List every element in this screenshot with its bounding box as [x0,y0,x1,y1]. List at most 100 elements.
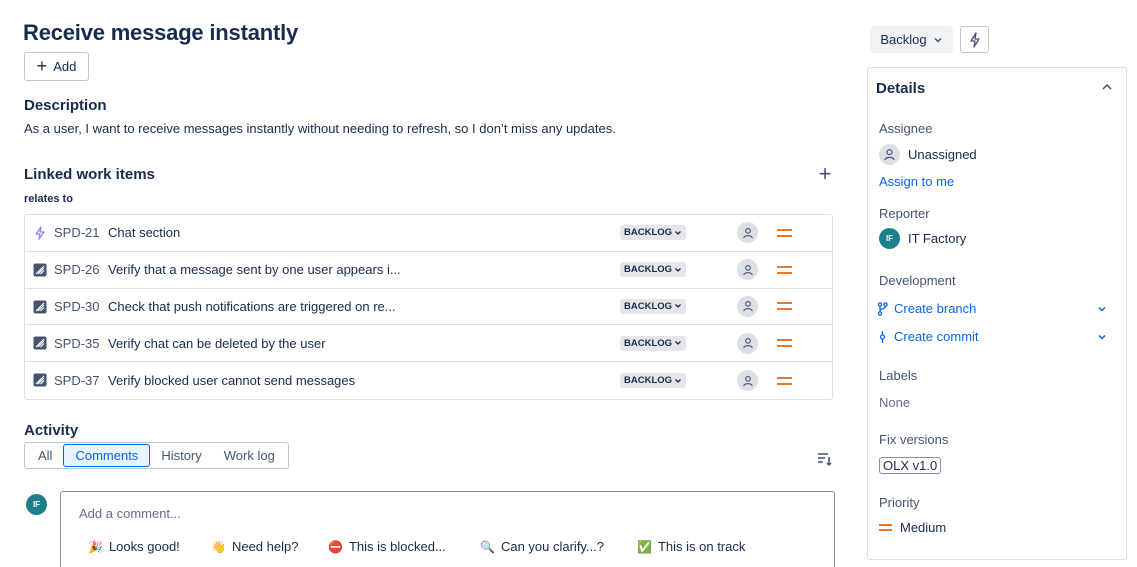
current-user-avatar: IF [26,494,47,515]
emoji-icon: ✅ [637,539,652,554]
assign-to-me-link[interactable]: Assign to me [879,174,954,189]
add-button[interactable]: + Add [24,52,89,81]
unassigned-avatar-icon[interactable] [737,332,758,354]
details-panel: Details Assignee Unassigned Assign to me… [867,67,1127,560]
priority-medium-icon [777,376,792,385]
linked-item-row[interactable]: SPD-37 Verify blocked user cannot send me… [25,362,832,399]
unassigned-avatar-icon[interactable] [737,295,758,317]
priority-field[interactable]: Medium [879,520,946,535]
quick-reply-button[interactable]: ⛔ This is blocked... [328,539,446,554]
reporter-value: IT Factory [908,231,967,246]
unassigned-avatar-icon[interactable] [737,370,758,392]
chevron-up-icon[interactable] [1101,81,1113,93]
linked-item-key[interactable]: SPD-37 [54,373,100,388]
status-lozenge[interactable]: BACKLOG [620,298,687,314]
reporter-field[interactable]: IF IT Factory [879,228,966,249]
create-branch-button[interactable]: Create branch [877,301,1107,316]
unassigned-avatar-icon [879,144,900,165]
unassigned-avatar-icon[interactable] [737,259,758,281]
status-lozenge[interactable]: BACKLOG [620,262,687,278]
linked-item-summary[interactable]: Verify blocked user cannot send messages [108,373,355,388]
labels-label: Labels [879,368,918,383]
plus-icon: + [36,55,48,76]
linked-item-summary[interactable]: Verify that a message sent by one user a… [108,262,401,277]
page-title[interactable]: Receive message instantly [23,20,298,46]
automation-button[interactable] [960,26,989,53]
status-lozenge[interactable]: BACKLOG [620,335,687,351]
priority-label: Priority [879,495,920,510]
create-commit-button[interactable]: Create commit [877,329,1107,344]
linked-items-heading: Linked work items [24,166,155,183]
reporter-label: Reporter [879,206,930,221]
chevron-down-icon [1098,306,1106,312]
quick-reply-button[interactable]: 🔍 Can you clarify...? [480,539,604,554]
status-lozenge[interactable]: BACKLOG [620,225,687,241]
linked-item-summary[interactable]: Verify chat can be deleted by the user [108,336,326,351]
status-lozenge-label: BACKLOG [624,264,673,276]
status-lozenge[interactable]: BACKLOG [620,373,687,389]
emoji-icon: 🎉 [88,539,103,554]
chevron-down-icon [675,378,681,383]
chevron-down-icon [1098,334,1106,340]
linked-item-key[interactable]: SPD-26 [54,262,100,277]
commit-icon [879,330,886,343]
status-label: Backlog [880,32,927,47]
chevron-down-icon [675,230,681,235]
linked-item-key[interactable]: SPD-35 [54,336,100,351]
linked-items-table: SPD-21 Chat section BACKLOG SPD-26 Verify th… [24,214,833,400]
assignee-field[interactable]: Unassigned [879,144,977,165]
sort-icon[interactable] [816,451,832,467]
status-lozenge-label: BACKLOG [624,227,673,239]
create-branch-label: Create branch [894,301,977,316]
quick-reply-label: Can you clarify...? [500,539,605,554]
add-linked-item-icon[interactable]: + [815,163,835,185]
relation-label: relates to [24,193,73,205]
linked-item-key[interactable]: SPD-30 [54,299,100,314]
priority-medium-icon [777,265,792,274]
emoji-icon: ⛔ [328,539,343,554]
unassigned-avatar-icon[interactable] [737,222,758,244]
add-button-label: Add [53,59,77,74]
linked-item-summary[interactable]: Chat section [108,225,180,240]
description-text[interactable]: As a user, I want to receive messages in… [24,121,616,136]
tab-work-log[interactable]: Work log [213,444,286,467]
emoji-icon: 👋 [211,539,226,554]
description-heading: Description [24,97,107,114]
quick-reply-label: Looks good! [108,539,180,554]
status-dropdown[interactable]: Backlog [870,26,953,53]
quick-reply-button[interactable]: 🎉 Looks good! [88,539,180,554]
reporter-avatar: IF [879,228,900,249]
status-lozenge-label: BACKLOG [624,375,673,387]
labels-value[interactable]: None [879,395,910,410]
activity-tabs: All Comments History Work log [24,442,289,469]
details-heading: Details [876,80,926,97]
quick-reply-label: This is blocked... [348,539,446,554]
main-content: Receive message instantly + Add Descript… [0,0,850,567]
linked-item-key[interactable]: SPD-21 [54,225,100,240]
assignee-value: Unassigned [908,147,977,162]
tab-history[interactable]: History [150,444,212,467]
test-icon [33,300,47,314]
fix-version-tag[interactable]: OLX v1.0 [879,457,942,474]
status-lozenge-label: BACKLOG [624,337,673,349]
quick-reply-button[interactable]: 👋 Need help? [211,539,298,554]
status-lozenge-label: BACKLOG [624,300,673,312]
chevron-down-icon [675,341,681,346]
linked-item-row[interactable]: SPD-21 Chat section BACKLOG [25,215,832,252]
test-icon [33,373,47,387]
tab-all[interactable]: All [27,444,63,467]
tab-comments[interactable]: Comments [63,444,151,467]
priority-medium-icon [777,302,792,311]
fix-versions-label: Fix versions [879,432,949,447]
emoji-icon: 🔍 [480,539,495,554]
priority-medium-icon [777,228,792,237]
linked-item-summary[interactable]: Check that push notifications are trigge… [108,299,396,314]
linked-item-row[interactable]: SPD-26 Verify that a message sent by one … [25,252,832,289]
priority-value: Medium [900,520,947,535]
chevron-down-icon [675,304,681,309]
test-icon [33,336,47,350]
linked-item-row[interactable]: SPD-30 Check that push notifications are … [25,289,832,326]
comment-input[interactable]: Add a comment... 🎉 Looks good! 👋 Need help?… [60,491,835,567]
quick-reply-button[interactable]: ✅ This is on track [637,539,745,554]
linked-item-row[interactable]: SPD-35 Verify chat can be deleted by the … [25,325,832,363]
